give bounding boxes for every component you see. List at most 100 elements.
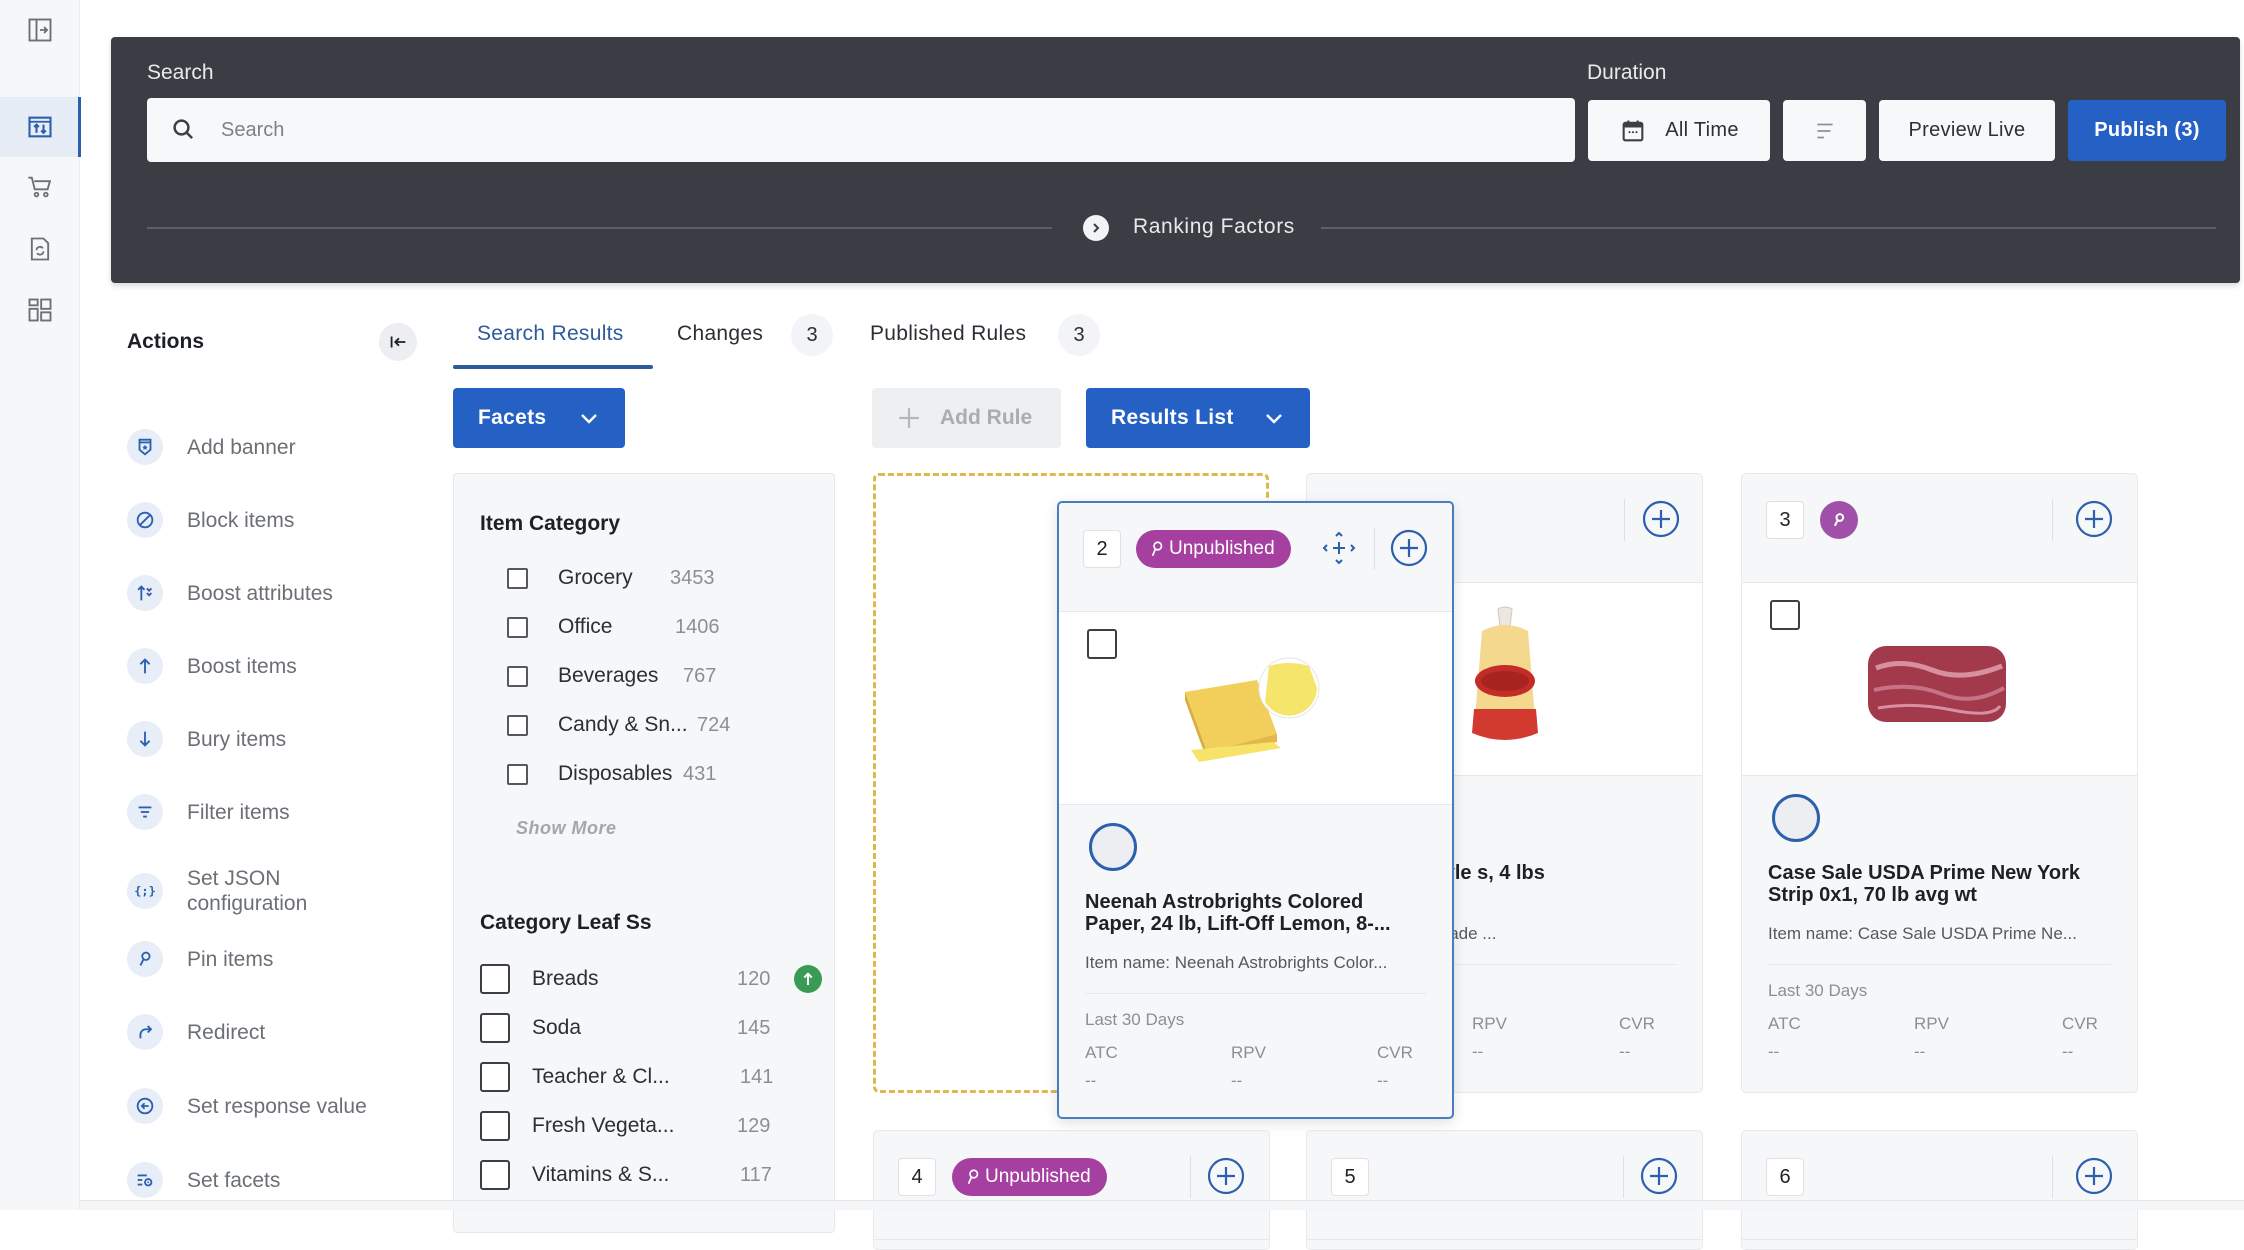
published-rules-count-badge: 3 <box>1058 314 1100 356</box>
pin-icon <box>967 1169 979 1185</box>
action-set-json-configuration[interactable]: {;} Set JSON configuration <box>127 861 427 921</box>
add-rule-circle-icon[interactable] <box>1639 1156 1679 1196</box>
collapse-actions-button[interactable] <box>379 323 417 361</box>
checkbox[interactable] <box>507 616 528 638</box>
metric-label: ATC <box>1768 1014 1801 1033</box>
action-boost-items[interactable]: Boost items <box>127 642 427 690</box>
duration-select[interactable]: All Time <box>1588 100 1770 161</box>
calendar-icon <box>1622 120 1644 141</box>
rail-document-button[interactable] <box>0 219 80 279</box>
result-card[interactable]: 6 <box>1741 1130 2138 1250</box>
horizontal-scrollbar-track[interactable] <box>80 1200 2244 1210</box>
product-title[interactable]: Neenah Astrobrights Colored Paper, 24 lb… <box>1085 891 1426 935</box>
add-rule-circle-icon[interactable] <box>1206 1156 1246 1196</box>
search-input[interactable] <box>221 118 1521 142</box>
status-badge: Unpublished <box>1136 530 1291 568</box>
facets-panel: Item Category Grocery 3453 Office 1406 B… <box>453 473 835 1233</box>
rail-expand-button[interactable] <box>0 0 80 60</box>
select-checkbox[interactable] <box>1087 629 1117 659</box>
result-card-dragging[interactable]: 2 Unpublished Neenah Astrobrights Colore… <box>1057 501 1454 1119</box>
position-number[interactable]: 4 <box>898 1158 936 1196</box>
facet-option[interactable]: Breads 120 <box>480 961 822 997</box>
position-number[interactable]: 6 <box>1766 1158 1804 1196</box>
facet-option[interactable]: Vitamins & S... 117 <box>480 1157 820 1193</box>
facet-option[interactable]: Soda 145 <box>480 1010 820 1046</box>
add-rule-circle-icon[interactable] <box>1641 499 1681 539</box>
tab-published-rules[interactable]: Published Rules <box>870 322 1026 346</box>
filter-options-button[interactable] <box>1783 100 1866 161</box>
checkbox[interactable] <box>480 1013 510 1043</box>
position-number[interactable]: 3 <box>1766 501 1804 539</box>
drag-move-icon[interactable] <box>1319 528 1359 568</box>
redirect-icon <box>127 1014 163 1050</box>
action-block-items[interactable]: Block items <box>127 496 427 544</box>
facet-option[interactable]: Teacher & Cl... 141 <box>480 1059 820 1095</box>
tab-changes[interactable]: Changes <box>677 322 763 346</box>
facet-option[interactable]: Fresh Vegeta... 129 <box>480 1108 820 1144</box>
rail-ranking-button[interactable] <box>0 97 81 157</box>
metrics-period: Last 30 Days <box>1768 981 1868 1000</box>
facet-option-name: Soda <box>532 1016 582 1039</box>
preview-live-button[interactable]: Preview Live <box>1879 100 2055 161</box>
action-add-banner[interactable]: Add banner <box>127 423 427 471</box>
add-rule-circle-icon[interactable] <box>2074 499 2114 539</box>
action-redirect[interactable]: Redirect <box>127 1008 427 1056</box>
action-filter-items[interactable]: Filter items <box>127 788 427 836</box>
banner-icon <box>127 429 163 465</box>
chevron-down-icon <box>581 414 597 424</box>
position-number[interactable]: 2 <box>1083 530 1121 568</box>
rail-dashboard-button[interactable] <box>0 280 80 340</box>
facet-option-name: Disposables <box>558 762 673 785</box>
results-view-label: Results List <box>1111 406 1234 429</box>
status-text: Unpublished <box>985 1166 1091 1187</box>
facet-option[interactable]: Office 1406 <box>507 609 807 645</box>
search-header-panel: Search Duration All Time Preview Live Pu… <box>111 37 2240 283</box>
checkbox[interactable] <box>507 714 528 736</box>
action-set-facets[interactable]: Set facets <box>127 1156 427 1204</box>
facet-option[interactable]: Candy & Sn... 724 <box>507 707 807 743</box>
facets-settings-icon <box>127 1162 163 1198</box>
add-rule-circle-icon[interactable] <box>1389 528 1429 568</box>
add-rule-circle-icon[interactable] <box>2074 1156 2114 1196</box>
facets-dropdown-button[interactable]: Facets <box>453 388 625 448</box>
facet-option[interactable]: Disposables 431 <box>507 756 807 792</box>
ranking-factors-label[interactable]: Ranking Factors <box>1133 215 1295 239</box>
product-title[interactable]: Case Sale USDA Prime New York Strip 0x1,… <box>1768 862 2111 906</box>
search-field[interactable] <box>147 98 1575 162</box>
facet-option-count: 120 <box>737 967 771 990</box>
result-card[interactable]: 5 <box>1306 1130 1703 1250</box>
show-more-link[interactable]: Show More <box>516 818 617 839</box>
action-pin-items[interactable]: Pin items <box>127 935 427 983</box>
cart-icon <box>28 176 52 198</box>
result-card[interactable]: 3 Case Sale USDA Prime New York Strip 0x… <box>1741 473 2138 1093</box>
arrow-up-icon <box>803 972 813 985</box>
results-view-dropdown[interactable]: Results List <box>1086 388 1310 448</box>
action-set-response-value[interactable]: Set response value <box>127 1082 427 1130</box>
action-bury-items[interactable]: Bury items <box>127 715 427 763</box>
arrow-up-icon <box>127 648 163 684</box>
checkbox[interactable] <box>480 1160 510 1190</box>
checkbox[interactable] <box>507 665 528 687</box>
publish-button[interactable]: Publish (3) <box>2068 100 2226 161</box>
checkbox[interactable] <box>507 567 528 589</box>
action-boost-attributes[interactable]: Boost attributes <box>127 569 427 617</box>
tab-search-results[interactable]: Search Results <box>477 322 624 346</box>
facet-option[interactable]: Grocery 3453 <box>507 560 807 596</box>
facet-option-name: Beverages <box>558 664 659 687</box>
facet-option-name: Fresh Vegeta... <box>532 1114 675 1137</box>
result-card[interactable]: 4 Unpublished <box>873 1130 1270 1250</box>
product-item-name: Item name: Case Sale USDA Prime Ne... <box>1768 924 2077 943</box>
boost-attributes-icon <box>127 575 163 611</box>
checkbox[interactable] <box>507 763 528 785</box>
checkbox[interactable] <box>480 1062 510 1092</box>
select-checkbox[interactable] <box>1770 600 1800 630</box>
facet-option[interactable]: Beverages 767 <box>507 658 807 694</box>
checkbox[interactable] <box>480 964 510 994</box>
add-rule-button[interactable]: Add Rule <box>872 388 1061 448</box>
document-sync-icon <box>30 237 50 261</box>
position-number[interactable]: 5 <box>1331 1158 1369 1196</box>
ranking-factors-toggle[interactable] <box>1083 215 1109 241</box>
checkbox[interactable] <box>480 1111 510 1141</box>
metric-value: -- <box>1472 1042 1484 1061</box>
rail-cart-button[interactable] <box>0 157 80 217</box>
